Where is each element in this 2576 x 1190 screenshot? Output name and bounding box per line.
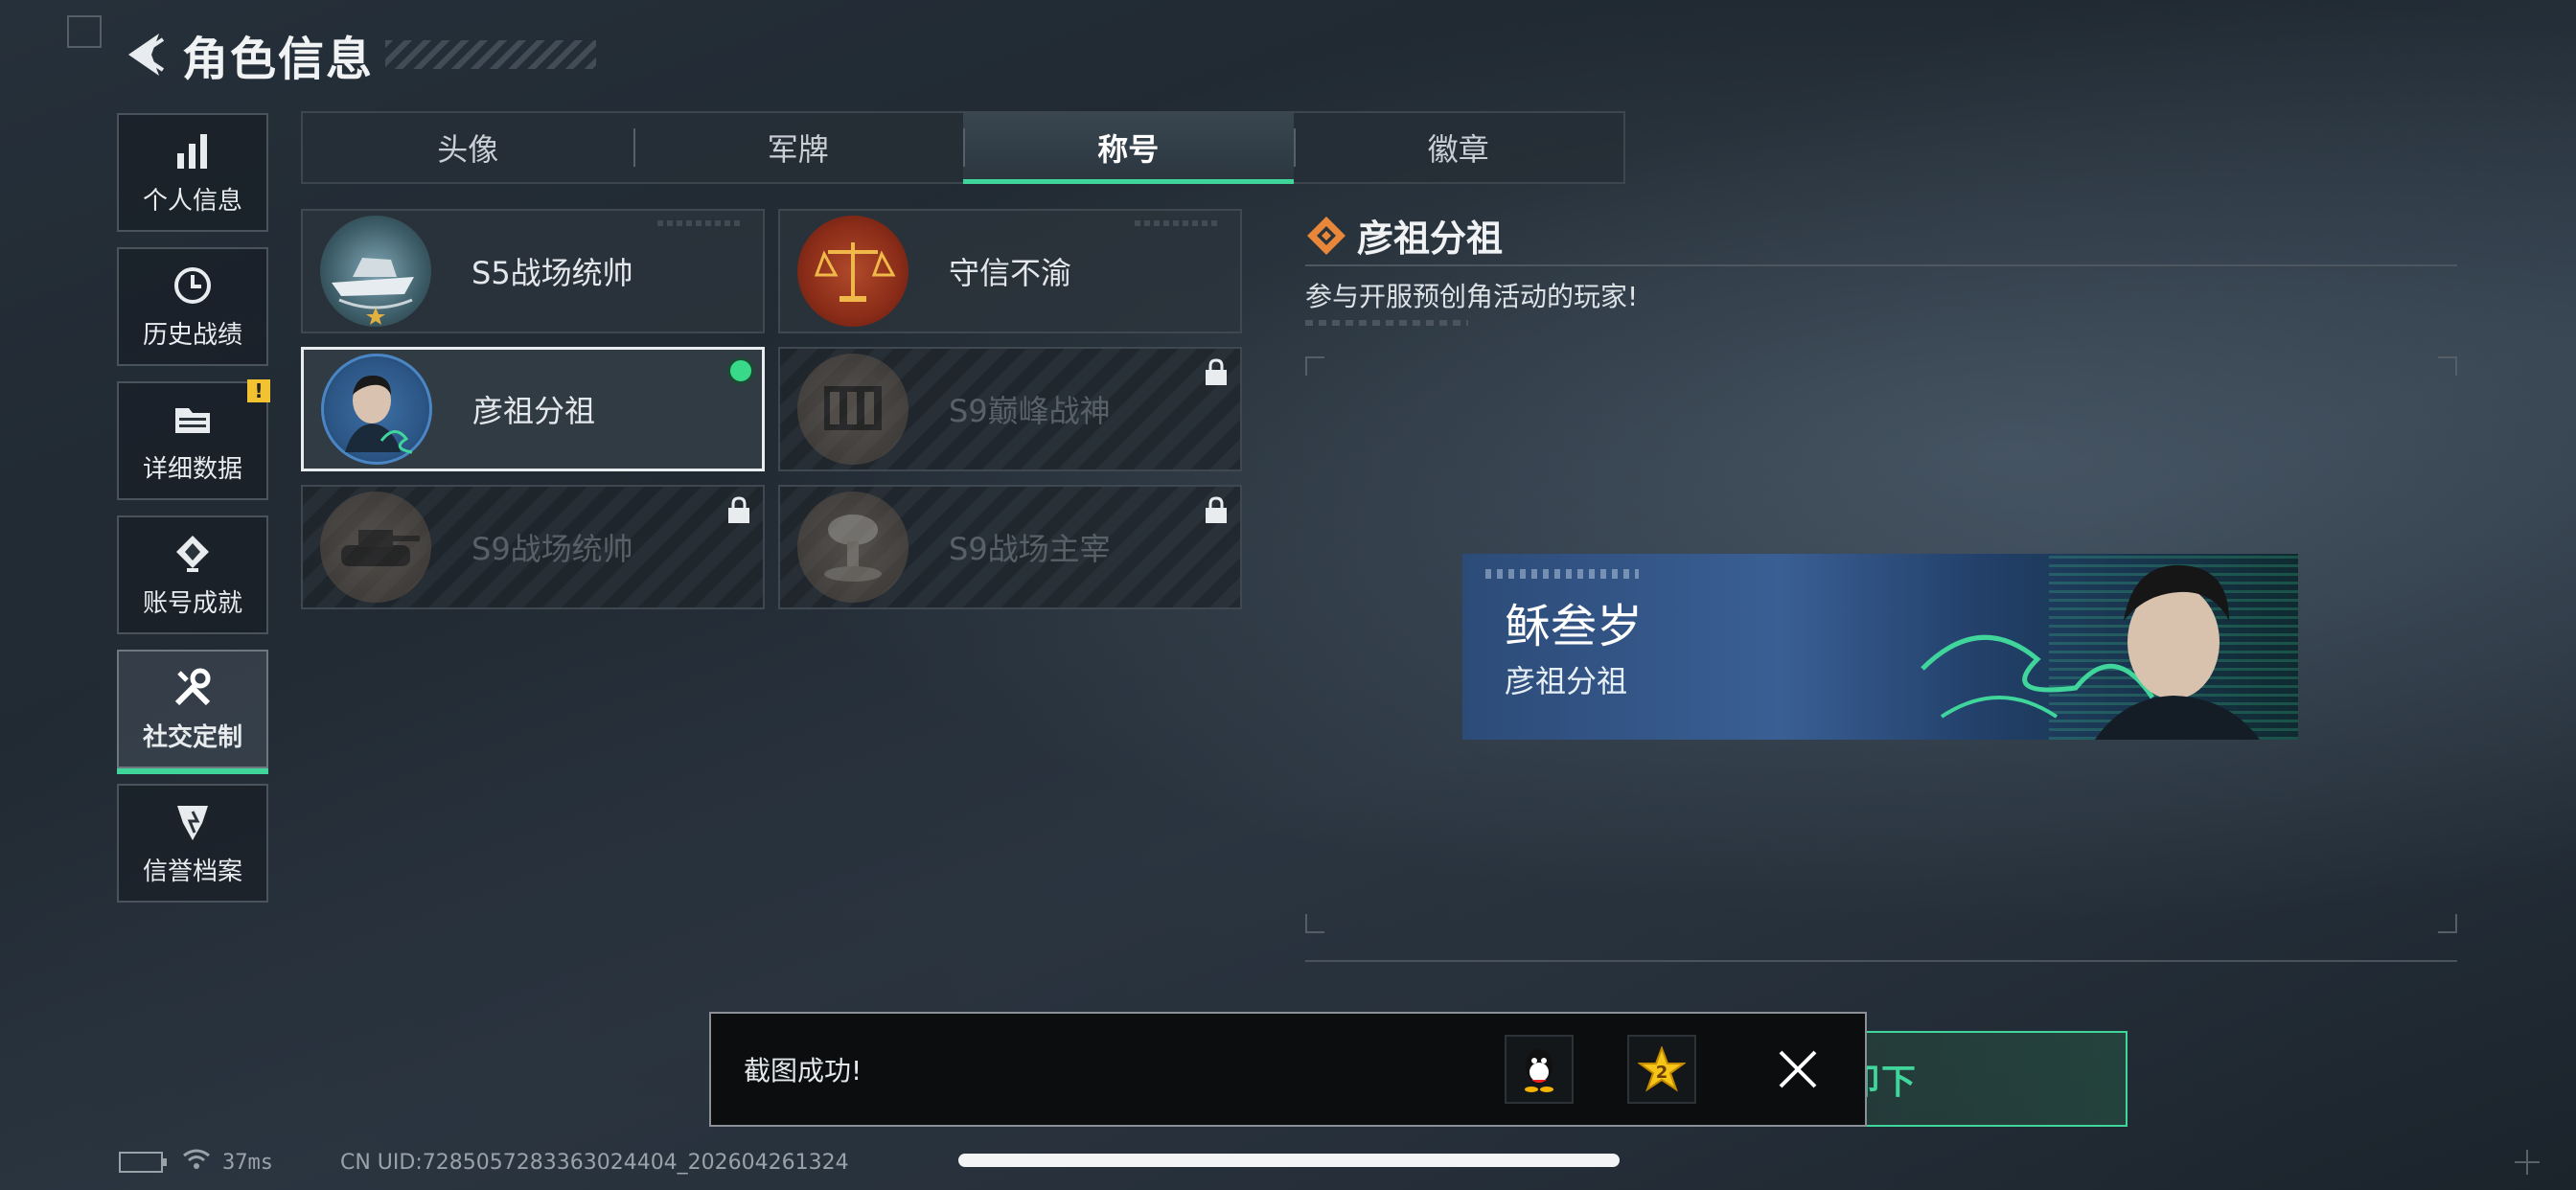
sidebar-item-label: 信誉档案 <box>142 857 242 886</box>
tab-avatar[interactable]: 头像 <box>303 113 633 182</box>
detail-decoration <box>1305 320 1468 326</box>
title-card-trustworthy[interactable]: 守信不渝 <box>778 209 1242 333</box>
card-decoration <box>1135 220 1221 226</box>
page-title: 角色信息 <box>182 33 375 86</box>
sidebar-item-personal-info[interactable]: 个人信息 <box>117 113 268 232</box>
ping-value: 37ms <box>222 1150 273 1175</box>
tab-dog-tag[interactable]: 军牌 <box>632 113 964 182</box>
status-bar: 37ms CN UID:7285057283363024404_20260426… <box>119 1148 849 1177</box>
sidebar-item-detailed-data[interactable]: ! 详细数据 <box>117 379 270 500</box>
fortress-emblem-icon <box>797 354 908 465</box>
sidebar: 个人信息 历史战绩 ! 详细数据 账号成就 社交定制 信誉档案 <box>117 113 270 918</box>
portrait-emblem-icon <box>321 354 432 465</box>
uid-text: CN UID:7285057283363024404_202604261324 <box>339 1150 849 1175</box>
detail-title: 彦祖分祖 <box>1357 217 1504 260</box>
banner-player-name: 稣叁岁 <box>1505 600 1644 653</box>
title-grid: S5战场统帅 守信不渝 彦祖分祖 S9巅峰战神 S9战场统帅 S9战场主宰 <box>301 209 1242 609</box>
selected-indicator <box>727 357 754 384</box>
sidebar-item-social-custom[interactable]: 社交定制 <box>117 650 268 774</box>
lock-icon <box>1204 496 1229 529</box>
explosion-emblem-icon <box>797 492 908 603</box>
share-qzone-button[interactable]: 2 <box>1627 1035 1696 1104</box>
sidebar-item-label: 个人信息 <box>142 186 242 216</box>
frame-corner <box>2438 356 2457 376</box>
lock-icon <box>726 496 751 529</box>
tools-icon <box>171 666 215 710</box>
sidebar-item-history[interactable]: 历史战绩 <box>117 247 268 366</box>
credit-shield-icon <box>171 800 215 844</box>
achievement-icon <box>171 532 215 576</box>
sidebar-item-label: 社交定制 <box>142 722 242 752</box>
title-card-label: S5战场统帅 <box>472 255 633 291</box>
frame-corner <box>1305 914 1324 933</box>
sidebar-item-credit-record[interactable]: 信誉档案 <box>117 784 268 903</box>
diamond-icon <box>1305 215 1347 257</box>
toast-message: 截图成功! <box>744 1055 862 1087</box>
tab-title[interactable]: 称号 <box>963 113 1294 184</box>
battery-icon <box>119 1152 167 1173</box>
title-card-s9-commander[interactable]: S9战场统帅 <box>301 485 765 609</box>
home-indicator[interactable] <box>958 1154 1620 1167</box>
warning-badge: ! <box>247 379 270 402</box>
bar-chart-icon <box>171 129 215 173</box>
divider <box>1305 264 2457 266</box>
sidebar-item-achievements[interactable]: 账号成就 <box>117 515 268 634</box>
detail-header: 彦祖分祖 <box>1305 209 1503 262</box>
sidebar-item-label: 详细数据 <box>142 454 242 484</box>
title-card-label: S9战场主宰 <box>949 531 1111 567</box>
screenshot-toast: 截图成功! 2 <box>709 1012 1867 1127</box>
svg-text:2: 2 <box>1656 1063 1668 1083</box>
close-icon[interactable] <box>1769 1041 1827 1098</box>
card-decoration <box>657 220 744 226</box>
title-banner-preview: 稣叁岁 彦祖分祖 <box>1462 554 2298 740</box>
share-qq-button[interactable] <box>1505 1035 1574 1104</box>
back-arrow-icon[interactable] <box>115 26 172 83</box>
yacht-emblem-icon <box>320 216 431 327</box>
lock-icon <box>1204 358 1229 391</box>
tab-bar: 头像 军牌 称号 徽章 <box>301 111 1625 184</box>
title-card-s9-peak-god[interactable]: S9巅峰战神 <box>778 347 1242 471</box>
sidebar-item-label: 历史战绩 <box>142 320 242 350</box>
folder-icon <box>171 398 215 442</box>
crosshair-icon <box>2513 1148 2542 1177</box>
title-card-label: S9战场统帅 <box>472 531 633 567</box>
banner-title: 彦祖分祖 <box>1505 663 1628 699</box>
sidebar-item-label: 账号成就 <box>142 588 242 618</box>
qzone-star-icon: 2 <box>1638 1046 1686 1092</box>
title-card-label: 守信不渝 <box>949 255 1072 291</box>
frame-corner <box>1305 356 1324 376</box>
header: 角色信息 <box>115 21 597 88</box>
detail-description: 参与开服预创角活动的玩家! <box>1305 281 1639 312</box>
title-card-s5-commander[interactable]: S5战场统帅 <box>301 209 765 333</box>
title-card-label: 彦祖分祖 <box>472 393 596 429</box>
wifi-icon <box>182 1148 211 1177</box>
title-card-yanzu[interactable]: 彦祖分祖 <box>301 347 765 471</box>
title-card-label: S9巅峰战神 <box>949 393 1111 429</box>
tank-emblem-icon <box>320 492 431 603</box>
title-decoration <box>385 40 597 69</box>
tab-emblem[interactable]: 徽章 <box>1293 113 1624 182</box>
title-card-s9-dominator[interactable]: S9战场主宰 <box>778 485 1242 609</box>
corner-frame <box>67 15 102 48</box>
frame-corner <box>2438 914 2457 933</box>
history-clock-icon <box>171 263 215 308</box>
qq-icon <box>1525 1049 1553 1092</box>
scales-emblem-icon <box>797 216 908 327</box>
frame-bottom-line <box>1305 960 2457 962</box>
